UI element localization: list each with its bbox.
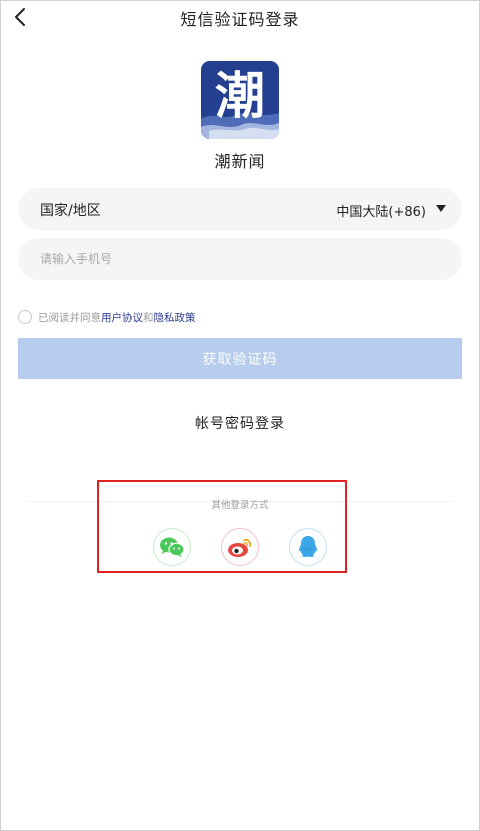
weibo-icon [228, 538, 252, 557]
password-login-row: 帐号密码登录 [0, 413, 480, 433]
qq-icon [299, 536, 317, 557]
other-login-title: 其他登录方式 [211, 500, 269, 511]
qq-login-button[interactable] [289, 528, 327, 566]
agreement-row: 已阅读并同意 用户协议和隐私政策 [18, 309, 196, 325]
logo-character: 潮 [215, 66, 265, 125]
wechat-icon [160, 537, 185, 557]
page-title: 短信验证码登录 [180, 10, 300, 29]
agreement-and: 和 [143, 311, 154, 324]
phone-input[interactable] [40, 238, 440, 280]
header: 短信验证码登录 [0, 0, 480, 34]
wechat-login-button[interactable] [153, 528, 191, 566]
region-selector[interactable]: 国家/地区 中国大陆(+86) [18, 188, 462, 230]
password-login-link[interactable]: 帐号密码登录 [195, 416, 285, 432]
app-name: 潮新闻 [214, 152, 266, 171]
region-value: 中国大陆(+86) [336, 205, 426, 220]
app-logo: 潮 [201, 61, 279, 139]
get-code-button[interactable]: 获取验证码 [18, 338, 462, 379]
weibo-login-button[interactable] [221, 528, 259, 566]
phone-field [18, 238, 462, 280]
agreement-checkbox[interactable] [18, 310, 32, 324]
region-label: 国家/地区 [40, 203, 101, 219]
terms-link[interactable]: 用户协议 [101, 310, 143, 325]
privacy-link[interactable]: 隐私政策 [154, 310, 196, 325]
agreement-prefix: 已阅读并同意 [38, 311, 101, 324]
caret-down-icon [436, 205, 446, 212]
